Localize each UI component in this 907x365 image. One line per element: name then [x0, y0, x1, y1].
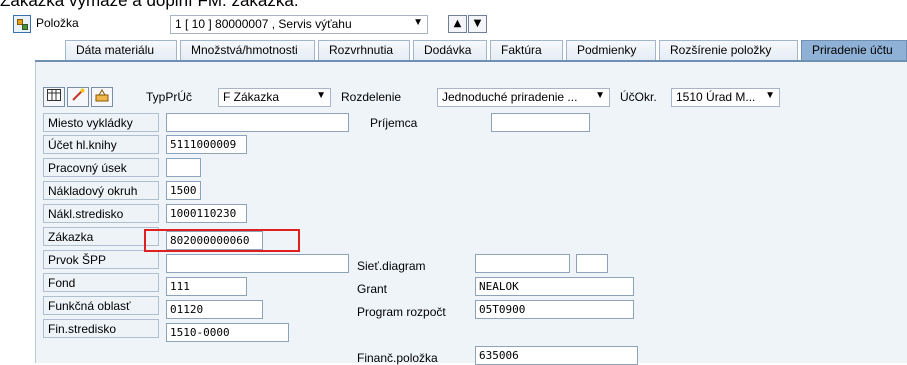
tab-item-extension[interactable]: Rozšírenie položky [659, 40, 798, 60]
grant-input[interactable]: NEALOK [475, 277, 634, 296]
siet-diagram-input[interactable] [475, 254, 570, 273]
tab-conditions[interactable]: Podmienky [566, 40, 656, 60]
typpruc-value: F Zákazka [223, 90, 280, 104]
nakl-stredisko-label: Nákl.stredisko [43, 204, 159, 223]
ucet-input[interactable]: 5111000009 [166, 135, 247, 154]
siet-diagram-label: Sieť.diagram [357, 259, 426, 273]
financ-polozka-input[interactable]: 635006 [475, 346, 638, 365]
tab-schedules[interactable]: Rozvrhnutia [318, 40, 410, 60]
prijemca-label: Príjemca [370, 116, 418, 130]
rozdelenie-label: Rozdelenie [341, 90, 402, 104]
tab-delivery[interactable]: Dodávka [413, 40, 487, 60]
siet-diagram-operation-input[interactable] [576, 254, 608, 273]
chevron-down-icon: ▼ [316, 90, 326, 101]
table-view-icon[interactable] [43, 87, 65, 107]
miesto-vykladky-label: Miesto vykládky [43, 113, 159, 132]
rozdelenie-value: Jednoduché priradenie ... [442, 90, 578, 104]
distribution-icon[interactable] [91, 87, 113, 107]
chevron-down-icon: ▼ [765, 90, 775, 101]
program-rozpoct-label: Program rozpočt [357, 305, 446, 319]
prijemca-input[interactable] [491, 113, 590, 132]
ucokr-select[interactable]: 1510 Úrad M... ▼ [671, 88, 780, 107]
tab-material-data[interactable]: Dáta materiálu [65, 40, 177, 60]
item-select-value: 1 [ 10 ] 80000007 , Servis výťahu [175, 17, 352, 31]
item-overview-icon[interactable] [13, 15, 31, 33]
tab-account-assignment[interactable]: Priradenie účtu [801, 40, 907, 60]
funkcna-oblast-input[interactable]: 01120 [166, 300, 263, 319]
instruction-caption: Zákazka vymaže a doplní FM. zákazka. [0, 0, 299, 10]
chevron-down-icon: ▼ [413, 17, 423, 28]
fin-stredisko-input[interactable]: 1510-0000 [166, 323, 289, 342]
program-rozpoct-input[interactable]: 05T0900 [475, 300, 634, 319]
zakazka-label: Zákazka [43, 227, 159, 246]
miesto-vykladky-input[interactable] [166, 113, 349, 132]
item-label[interactable]: Položka [36, 16, 79, 30]
tab-strip: Dáta materiálu Množstvá/hmotnosti Rozvrh… [50, 40, 907, 60]
ucokr-value: 1510 Úrad M... [676, 90, 756, 104]
fond-label: Fond [43, 273, 159, 292]
nakl-stredisko-input[interactable]: 1000110230 [166, 204, 247, 223]
funkcna-oblast-label: Funkčná oblasť [43, 296, 159, 315]
ucet-label: Účet hl.knihy [43, 135, 159, 154]
fin-stredisko-label: Fin.stredisko [43, 319, 159, 338]
pracovny-usek-label: Pracovný úsek [43, 158, 159, 177]
typpruc-label: TypPrÚč [146, 90, 193, 104]
prvok-spp-label: Prvok ŠPP [43, 250, 159, 269]
chevron-down-icon: ▼ [595, 90, 605, 101]
zakazka-highlight-box [144, 229, 300, 252]
next-item-button[interactable]: ▼ [468, 15, 487, 33]
tab-invoice[interactable]: Faktúra [490, 40, 563, 60]
grant-label: Grant [357, 282, 388, 296]
nakladovy-okruh-input[interactable]: 1500 [166, 181, 201, 200]
wand-icon[interactable] [67, 87, 89, 107]
nakladovy-okruh-label: Nákladový okruh [43, 181, 159, 200]
rozdelenie-select[interactable]: Jednoduché priradenie ... ▼ [437, 88, 610, 107]
prvok-spp-input[interactable] [166, 254, 349, 273]
item-select[interactable]: 1 [ 10 ] 80000007 , Servis výťahu ▼ [170, 15, 428, 34]
tab-quantities-weights[interactable]: Množstvá/hmotnosti [180, 40, 315, 60]
pracovny-usek-input[interactable] [166, 158, 201, 177]
fond-input[interactable]: 111 [166, 277, 247, 296]
typpruc-select[interactable]: F Zákazka ▼ [218, 88, 331, 107]
previous-item-button[interactable]: ▲ [448, 15, 467, 33]
ucokr-label: ÚčOkr. [620, 90, 657, 104]
